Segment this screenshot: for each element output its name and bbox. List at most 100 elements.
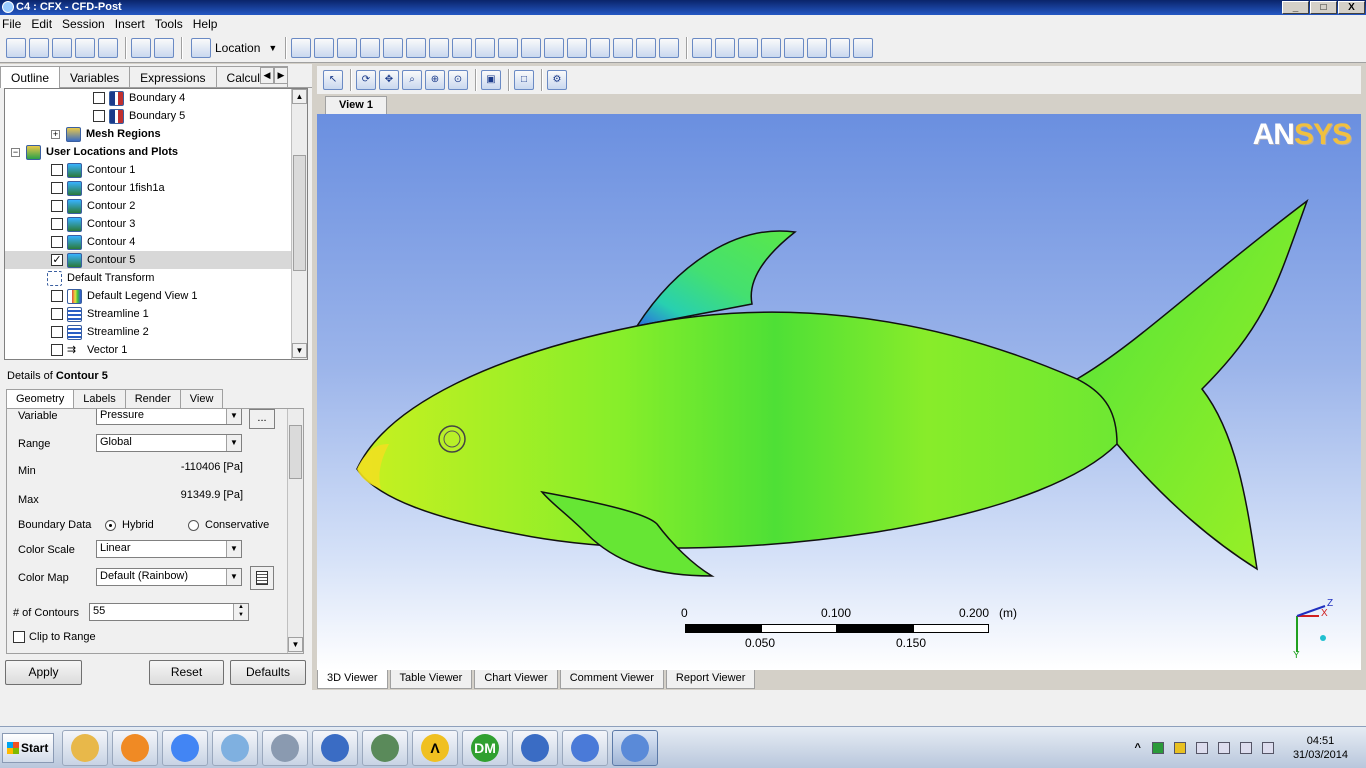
minimize-button[interactable]: _	[1282, 1, 1309, 14]
redo-icon[interactable]	[154, 37, 174, 58]
tab-chart-viewer[interactable]: Chart Viewer	[474, 670, 558, 689]
show-hidden-icons[interactable]: ^	[1135, 742, 1141, 754]
scroll-up-icon[interactable]: ▲	[292, 89, 307, 104]
close-button[interactable]: X	[1338, 1, 1365, 14]
menu-edit[interactable]: Edit	[29, 15, 56, 33]
start-button[interactable]: Start	[2, 733, 54, 763]
menu-session[interactable]: Session	[60, 15, 109, 33]
macro-icon[interactable]	[784, 37, 805, 58]
instance-transform-icon[interactable]	[475, 37, 496, 58]
spin-up-icon[interactable]: ▲	[233, 604, 248, 612]
tree-item-checkbox[interactable]	[93, 110, 105, 122]
clip-plane-icon[interactable]	[429, 37, 450, 58]
tree-item-checkbox[interactable]	[51, 218, 63, 230]
scroll-down-icon[interactable]: ▼	[288, 637, 303, 652]
zoom-fit-icon[interactable]: ⊙	[448, 70, 468, 90]
chevron-down-icon[interactable]: ▼	[226, 569, 241, 585]
tree-item[interactable]: Boundary 4	[5, 89, 293, 107]
tree-item[interactable]: − User Locations and Plots	[5, 143, 293, 161]
tree-item-checkbox[interactable]	[51, 236, 63, 248]
tab-report-viewer[interactable]: Report Viewer	[665, 670, 756, 689]
defaults-button[interactable]: Defaults	[230, 660, 306, 685]
color-icon[interactable]	[521, 37, 542, 58]
tab-labels[interactable]: Labels	[73, 389, 126, 408]
menu-file[interactable]: File	[0, 15, 25, 33]
tab-view-1[interactable]: View 1	[325, 96, 387, 114]
tree-item[interactable]: Contour 1fish1a	[5, 179, 293, 197]
expand-icon[interactable]: +	[51, 129, 60, 139]
animation-icon[interactable]	[715, 37, 736, 58]
quick-edit-icon[interactable]	[738, 37, 759, 58]
tree-item[interactable]: ✓ Contour 5	[5, 251, 293, 269]
new-icon[interactable]	[6, 37, 26, 58]
tree-item[interactable]: ⇉ Vector 1	[5, 341, 293, 359]
menu-tools[interactable]: Tools	[153, 15, 187, 33]
tab-render[interactable]: Render	[124, 389, 181, 408]
taskbar-paint[interactable]	[212, 730, 258, 766]
taskbar-network[interactable]	[362, 730, 408, 766]
tree-item-checkbox[interactable]	[51, 326, 63, 338]
tab-scroll-right-icon[interactable]: ▶	[274, 67, 288, 84]
figure-icon[interactable]	[659, 37, 680, 58]
comment-icon[interactable]	[636, 37, 657, 58]
collapse-icon[interactable]: −	[11, 147, 20, 157]
coordinate-frame-icon[interactable]	[498, 37, 519, 58]
tab-scroll-left-icon[interactable]: ◀	[260, 67, 274, 84]
details-scrollbar[interactable]: ▼	[287, 409, 303, 653]
taskbar-design-modeler[interactable]: DM	[462, 730, 508, 766]
apply-button[interactable]: Apply	[5, 660, 82, 685]
command-editor-icon[interactable]	[853, 37, 874, 58]
conservative-radio[interactable]: Conservative	[188, 519, 269, 531]
tree-item[interactable]: Default Transform	[5, 269, 293, 287]
taskbar-cfx-pre[interactable]	[562, 730, 608, 766]
details-scroll-thumb[interactable]	[289, 425, 302, 479]
chevron-down-icon[interactable]: ▼	[226, 435, 241, 451]
tree-item[interactable]: + Mesh Regions	[5, 125, 293, 143]
network-status-icon[interactable]	[1151, 742, 1164, 754]
open-icon[interactable]	[29, 37, 49, 58]
refresh-icon[interactable]	[75, 37, 95, 58]
device-icon[interactable]	[1217, 742, 1230, 754]
clock[interactable]: 04:51 31/03/2014	[1293, 734, 1348, 762]
clip-to-range-checkbox[interactable]: Clip to Range	[13, 631, 96, 643]
screenshot-icon[interactable]	[98, 37, 118, 58]
tree-item-checkbox[interactable]	[51, 344, 63, 356]
tree-item[interactable]: Boundary 5	[5, 107, 293, 125]
taskbar-calculator[interactable]	[262, 730, 308, 766]
legend-icon[interactable]	[452, 37, 473, 58]
tab-variables[interactable]: Variables	[59, 66, 131, 87]
tree-item-checkbox[interactable]	[51, 290, 63, 302]
flag-icon[interactable]	[1195, 742, 1208, 754]
taskbar-explorer[interactable]	[62, 730, 108, 766]
tree-item-checkbox[interactable]	[51, 308, 63, 320]
tree-item-checkbox[interactable]	[93, 92, 105, 104]
undo-icon[interactable]	[131, 37, 151, 58]
contours-stepper[interactable]: 55 ▲ ▼	[89, 603, 249, 621]
probe-icon[interactable]	[761, 37, 782, 58]
tab-expressions[interactable]: Expressions	[129, 66, 217, 87]
fish-contour-model[interactable]	[317, 114, 1361, 670]
display-icon[interactable]	[1239, 742, 1252, 754]
taskbar-remote-desktop[interactable]	[312, 730, 358, 766]
spin-down-icon[interactable]: ▼	[233, 612, 248, 620]
tree-item[interactable]: Streamline 1	[5, 305, 293, 323]
function-icon[interactable]	[807, 37, 828, 58]
zoom-box-icon[interactable]: ⊕	[425, 70, 445, 90]
zoom-icon[interactable]: ⌕	[402, 70, 422, 90]
taskbar-ansys-workbench[interactable]: Λ	[412, 730, 458, 766]
menu-help[interactable]: Help	[191, 15, 222, 33]
tree-item[interactable]: Contour 3	[5, 215, 293, 233]
translate-icon[interactable]	[291, 37, 312, 58]
variable-select[interactable]: Pressure ▼	[96, 409, 242, 425]
tab-outline[interactable]: Outline	[0, 66, 61, 88]
table-icon[interactable]	[590, 37, 611, 58]
chart-icon[interactable]	[613, 37, 634, 58]
tree-item-checkbox[interactable]	[51, 182, 63, 194]
chevron-down-icon[interactable]: ▼	[226, 541, 241, 557]
rotate-icon[interactable]: ⟳	[356, 70, 376, 90]
menu-insert[interactable]: Insert	[113, 15, 149, 33]
expression-icon[interactable]	[567, 37, 588, 58]
tab-table-viewer[interactable]: Table Viewer	[389, 670, 473, 689]
hybrid-radio[interactable]: Hybrid	[105, 519, 154, 531]
tab-3d-viewer[interactable]: 3D Viewer	[317, 670, 388, 689]
